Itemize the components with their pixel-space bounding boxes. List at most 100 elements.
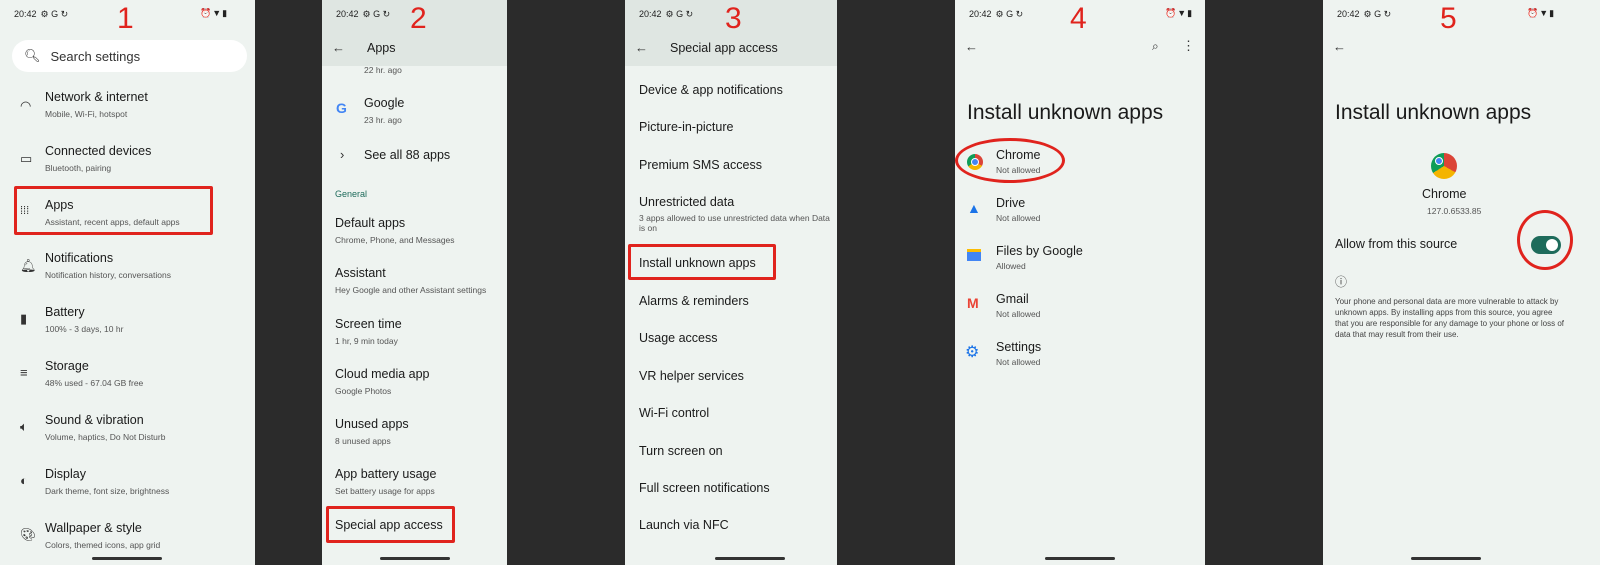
back-arrow-icon[interactable]: ← <box>635 40 648 55</box>
settings-item-sound[interactable]: 🔈︎ Sound & vibration Volume, haptics, Do… <box>0 413 255 448</box>
menu-item-app-battery[interactable]: App battery usage Set battery usage for … <box>322 467 507 499</box>
settings-item-network[interactable]: ◠ Network & internet Mobile, Wi-Fi, hots… <box>0 90 255 125</box>
search-bar[interactable]: 🔍︎ Search settings <box>12 40 247 72</box>
status-icons: ⚙ G ↻ <box>1363 9 1392 19</box>
brightness-icon: ◐ <box>20 473 28 488</box>
step-number: 2 <box>410 2 427 35</box>
item-subtitle: 22 hr. ago <box>364 65 402 75</box>
page-title: Special app access <box>670 41 778 55</box>
item-subtitle: 48% used - 67.04 GB free <box>45 378 144 388</box>
menu-item-cloud-media[interactable]: Cloud media app Google Photos <box>322 367 507 399</box>
app-item-google[interactable]: G Google 23 hr. ago <box>322 96 507 128</box>
item-subtitle: 3 apps allowed to use unrestricted data … <box>639 213 830 223</box>
item-title: Premium SMS access <box>639 158 762 172</box>
app-name: Drive <box>996 196 1026 210</box>
app-version: 127.0.6533.85 <box>1427 206 1482 216</box>
item-title: App battery usage <box>335 467 437 481</box>
gesture-bar[interactable] <box>1045 557 1115 560</box>
item-subtitle: 1 hr, 9 min today <box>335 336 398 346</box>
see-all-apps[interactable]: › See all 88 apps <box>322 147 507 165</box>
item-title: Launch via NFC <box>639 518 729 532</box>
step-number: 5 <box>1440 2 1457 35</box>
status-bar: 20:42 ⚙ G ↻ <box>336 9 390 20</box>
bell-icon: 🔔︎ <box>20 258 37 273</box>
app-name: Gmail <box>996 292 1029 306</box>
app-item-gmail[interactable]: M Gmail Not allowed <box>955 292 1205 324</box>
info-icon: ⓘ <box>1335 275 1348 289</box>
highlight-oval <box>1517 210 1573 270</box>
menu-item-launch-via-nfc[interactable]: Launch via NFC <box>625 518 837 536</box>
menu-item-full-screen-notifications[interactable]: Full screen notifications <box>625 481 837 499</box>
item-title: VR helper services <box>639 369 744 383</box>
status-bar: 20:42 ⚙ G ↻ <box>969 9 1023 20</box>
menu-item-turn-screen-on[interactable]: Turn screen on <box>625 444 837 462</box>
item-title: Unused apps <box>335 417 409 431</box>
settings-item-storage[interactable]: ≡ Storage 48% used - 67.04 GB free <box>0 359 255 394</box>
menu-item-vr-helper[interactable]: VR helper services <box>625 369 837 387</box>
item-subtitle: Volume, haptics, Do Not Disturb <box>45 432 166 442</box>
status-bar: 20:42 ⚙ G ↻ <box>14 9 68 20</box>
item-subtitle: Google Photos <box>335 386 392 396</box>
menu-item-unused-apps[interactable]: Unused apps 8 unused apps <box>322 417 507 449</box>
settings-item-connected-devices[interactable]: ▭ Connected devices Bluetooth, pairing <box>0 144 255 179</box>
status-icons: ⚙ G ↻ <box>362 9 391 19</box>
search-icon[interactable]: ⌕ <box>1152 39 1159 54</box>
item-subtitle: Hey Google and other Assistant settings <box>335 285 487 295</box>
gesture-bar[interactable] <box>1411 557 1481 560</box>
page-title: Apps <box>367 41 396 55</box>
apps-panel: 20:42 ⚙ G ↻ 2 ← Apps 22 hr. ago G Google … <box>322 0 507 565</box>
app-detail-panel: 20:42 ⚙ G ↻ ⏰▼▮ 5 ← Install unknown apps … <box>1323 0 1600 565</box>
gesture-bar[interactable] <box>380 557 450 560</box>
menu-item-device-notifications[interactable]: Device & app notifications <box>625 83 837 101</box>
app-name: Settings <box>996 340 1042 354</box>
storage-icon: ≡ <box>20 365 28 380</box>
app-item-drive[interactable]: ▲ Drive Not allowed <box>955 196 1205 228</box>
menu-item-premium-sms[interactable]: Premium SMS access <box>625 158 837 176</box>
step-number: 3 <box>725 2 742 35</box>
back-arrow-icon[interactable]: ← <box>1333 39 1346 54</box>
menu-item-screen-time[interactable]: Screen time 1 hr, 9 min today <box>322 317 507 349</box>
gesture-bar[interactable] <box>715 557 785 560</box>
back-arrow-icon[interactable]: ← <box>332 40 345 55</box>
item-title: Default apps <box>335 216 406 230</box>
menu-item-alarms[interactable]: Alarms & reminders <box>625 294 837 312</box>
item-title: Unrestricted data <box>639 195 735 209</box>
item-title: Cloud media app <box>335 367 430 381</box>
wifi-icon: ◠ <box>20 98 32 113</box>
item-title: Alarms & reminders <box>639 294 749 308</box>
app-name: Files by Google <box>996 244 1083 258</box>
menu-item-usage-access[interactable]: Usage access <box>625 331 837 349</box>
settings-item-notifications[interactable]: 🔔︎ Notifications Notification history, c… <box>0 251 255 286</box>
status-time: 20:42 <box>1337 9 1360 19</box>
settings-item-display[interactable]: ◐ Display Dark theme, font size, brightn… <box>0 467 255 502</box>
status-right-icons: ⏰▼▮ <box>1527 8 1556 18</box>
files-icon <box>967 249 981 261</box>
status-right-icons: ⏰▼▮ <box>200 8 229 18</box>
special-access-panel: 20:42 ⚙ G ↻ 3 ← Special app access Device… <box>625 0 837 565</box>
back-arrow-icon[interactable]: ← <box>965 39 978 54</box>
menu-item-assistant[interactable]: Assistant Hey Google and other Assistant… <box>322 266 507 298</box>
menu-item-wifi-control[interactable]: Wi-Fi control <box>625 406 837 424</box>
item-title: Device & app notifications <box>639 83 783 97</box>
settings-item-battery[interactable]: ▮ Battery 100% - 3 days, 10 hr <box>0 305 255 340</box>
highlight-box <box>14 186 213 235</box>
item-title: Notifications <box>45 251 114 265</box>
item-title: Wallpaper & style <box>45 521 142 535</box>
item-title: Battery <box>45 305 85 319</box>
app-status: Not allowed <box>996 357 1041 367</box>
status-time: 20:42 <box>336 9 359 19</box>
app-status: Not allowed <box>996 309 1041 319</box>
app-item-settings[interactable]: ⚙ Settings Not allowed <box>955 340 1205 372</box>
app-item-files[interactable]: Files by Google Allowed <box>955 244 1205 276</box>
status-icons: ⚙ G ↻ <box>995 9 1024 19</box>
settings-item-wallpaper[interactable]: 🎨︎ Wallpaper & style Colors, themed icon… <box>0 521 255 556</box>
gesture-bar[interactable] <box>92 557 162 560</box>
status-time: 20:42 <box>639 9 662 19</box>
more-vert-icon[interactable]: ⋮ <box>1182 38 1195 54</box>
menu-item-unrestricted-data[interactable]: Unrestricted data 3 apps allowed to use … <box>625 195 837 235</box>
menu-item-default-apps[interactable]: Default apps Chrome, Phone, and Messages <box>322 216 507 248</box>
menu-item-pip[interactable]: Picture-in-picture <box>625 120 837 138</box>
google-icon: G <box>336 100 347 116</box>
item-subtitle: Chrome, Phone, and Messages <box>335 235 455 245</box>
item-title: Display <box>45 467 86 481</box>
